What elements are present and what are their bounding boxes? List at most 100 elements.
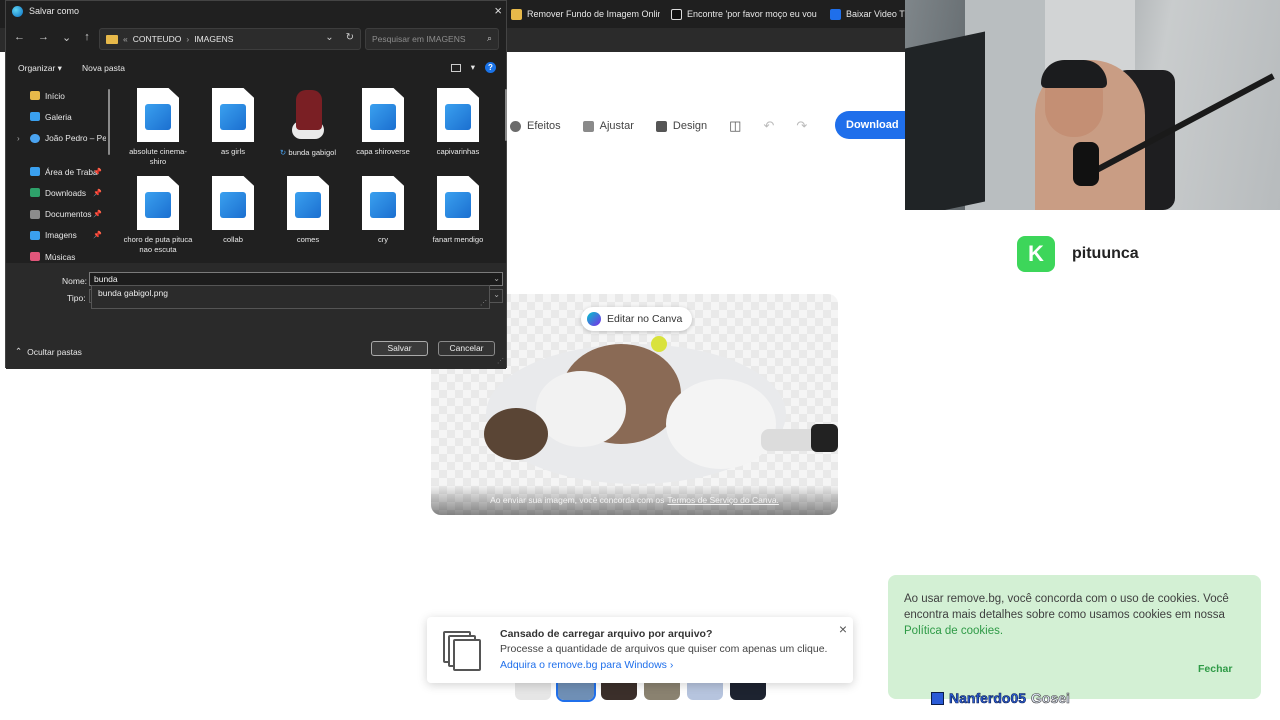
help-icon[interactable]: ?: [485, 62, 496, 73]
design-button[interactable]: Design: [655, 120, 708, 132]
overlay-name-2: Gosei: [1031, 690, 1071, 707]
file-item[interactable]: absolute cinema-shiro: [123, 85, 193, 166]
nav-item-gallery[interactable]: Galeria: [14, 106, 106, 127]
cookie-message: Ao usar remove.bg, você concorda com o u…: [904, 593, 1229, 621]
stream-overlay-name: Nanferdo05 Gosei: [931, 690, 1070, 706]
files-scrollbar[interactable]: [505, 89, 507, 141]
pictures-icon: [30, 230, 40, 240]
file-item[interactable]: ↻ bunda gabigol: [273, 85, 343, 158]
cookie-close-button[interactable]: Fechar: [1198, 663, 1232, 675]
file-name: cry: [377, 235, 389, 244]
terms-note: Ao enviar sua imagem, você concorda com …: [431, 485, 838, 515]
autocomplete-suggestion[interactable]: bunda gabigol.png: [98, 288, 483, 298]
dialog-close-button[interactable]: ×: [494, 3, 502, 18]
search-input[interactable]: Pesquisar em IMAGENS ⌕: [365, 28, 499, 50]
folder-icon: [106, 34, 118, 44]
file-item[interactable]: comes: [273, 173, 343, 245]
forward-arrow-icon[interactable]: →: [38, 31, 49, 44]
chevron-down-icon[interactable]: ▾: [471, 62, 475, 73]
dialog-titlebar[interactable]: Salvar como: [6, 1, 506, 21]
search-icon: ⌕: [486, 33, 492, 43]
adjust-button[interactable]: Ajustar: [582, 120, 634, 132]
nav-item-label: Área de Traba: [45, 166, 98, 177]
removebg-favicon-icon: [511, 8, 522, 20]
banner-close-button[interactable]: ×: [839, 621, 847, 637]
save-button[interactable]: Salvar: [371, 341, 428, 356]
nav-item-downloads[interactable]: Downloads 📌: [14, 182, 106, 203]
gallery-icon: [30, 112, 40, 122]
nav-item-onedrive[interactable]: › João Pedro – Pe: [14, 128, 106, 149]
path-bar[interactable]: « CONTEUDO › IMAGENS ⌄ ↻: [99, 28, 361, 50]
terms-prefix: Ao enviar sua imagem, você concorda com …: [490, 495, 665, 505]
refresh-icon[interactable]: ↻: [346, 32, 354, 43]
file-name: bunda gabigol: [288, 148, 337, 157]
nav-item-pictures[interactable]: Imagens 📌: [14, 225, 106, 246]
compare-icon[interactable]: ◫: [729, 118, 741, 134]
nav-item-label: Músicas: [45, 251, 76, 261]
undo-icon[interactable]: ↶: [763, 118, 774, 134]
edit-in-canva-button[interactable]: Editar no Canva: [581, 307, 693, 331]
download-button[interactable]: Download: [835, 111, 915, 139]
tab-remove-bg[interactable]: Remover Fundo de Imagem Online ×: [505, 2, 660, 26]
nav-item-music[interactable]: Músicas: [14, 246, 106, 261]
onedrive-cloud-icon: [30, 133, 40, 143]
file-type-label: Tipo:: [67, 293, 86, 303]
file-item[interactable]: fanart mendigo: [423, 173, 493, 245]
image-file-icon: [137, 88, 179, 142]
up-arrow-icon[interactable]: ↑: [84, 31, 90, 44]
path-segment-conteudo[interactable]: CONTEUDO: [133, 34, 182, 44]
cookie-policy-link[interactable]: Política de cookies.: [904, 625, 1003, 637]
view-options-icon[interactable]: [450, 63, 461, 72]
image-file-icon: [437, 176, 479, 230]
nav-item-home[interactable]: Início: [14, 85, 106, 106]
nav-item-label: Imagens: [45, 230, 77, 241]
redo-icon[interactable]: ↷: [796, 118, 807, 134]
file-item[interactable]: cry: [348, 173, 418, 245]
file-item[interactable]: capa shiroverse: [348, 85, 418, 157]
nav-buttons: ← → ⌄ ↑: [14, 31, 90, 44]
dialog-title: Salvar como: [29, 6, 80, 16]
resize-grip-icon[interactable]: ⋰: [480, 299, 487, 307]
tiktok-favicon-icon: [671, 8, 682, 20]
chevron-down-icon[interactable]: ⌄: [325, 32, 333, 43]
back-arrow-icon[interactable]: ←: [14, 31, 25, 44]
organize-button[interactable]: Organizar ▾: [18, 63, 62, 74]
file-item[interactable]: capivarinhas: [423, 85, 493, 157]
music-icon: [30, 252, 40, 261]
design-label: Design: [672, 120, 708, 132]
new-folder-button[interactable]: Nova pasta: [82, 63, 125, 73]
recent-locations-icon[interactable]: ⌄: [62, 31, 71, 44]
dialog-resize-grip-icon[interactable]: ⋰: [497, 357, 504, 365]
canva-terms-link[interactable]: Termos de Serviço do Canva.: [667, 495, 779, 505]
file-name: absolute cinema-shiro: [129, 147, 187, 166]
chevron-down-icon[interactable]: ⌄: [493, 273, 500, 285]
image-file-icon: [287, 176, 329, 230]
file-name: capivarinhas: [436, 147, 480, 156]
cancel-button[interactable]: Cancelar: [438, 341, 495, 356]
file-name: capa shiroverse: [356, 147, 410, 156]
tab-download-video[interactable]: Baixar Video TikT: [824, 2, 905, 26]
design-icon: [655, 120, 667, 132]
nav-item-label: João Pedro – Pe: [45, 133, 106, 144]
tab-tiktok-search[interactable]: Encontre 'por favor moço eu vou m ×: [665, 2, 818, 26]
chevron-down-icon[interactable]: ⌄: [493, 290, 500, 299]
file-name-value: bunda: [94, 274, 118, 284]
expand-chevron-icon[interactable]: ›: [17, 134, 20, 143]
nav-item-documents[interactable]: Documentos 📌: [14, 203, 106, 224]
file-item[interactable]: choro de puta pituca nao escuta: [123, 173, 193, 254]
file-name-input[interactable]: bunda ⌄: [89, 272, 503, 286]
path-overflow[interactable]: «: [123, 34, 128, 44]
path-segment-imagens[interactable]: IMAGENS: [194, 34, 233, 44]
file-item[interactable]: as girls: [198, 85, 268, 157]
chevron-right-icon: ›: [669, 659, 674, 671]
streamer-brand: K pituunca: [1017, 236, 1139, 272]
edit-in-canva-label: Editar no Canva: [607, 313, 683, 325]
file-item[interactable]: collab: [198, 173, 268, 245]
hide-folders-toggle[interactable]: ⌃ Ocultar pastas: [15, 346, 82, 357]
windows-app-link-label: Adquira o remove.bg para Windows: [500, 659, 667, 671]
nav-scrollbar[interactable]: [108, 89, 110, 155]
file-name-label: Nome:: [62, 276, 88, 286]
nav-item-desktop[interactable]: Área de Traba 📌: [14, 161, 106, 182]
effects-button[interactable]: Efeitos: [510, 120, 561, 132]
windows-app-link[interactable]: Adquira o remove.bg para Windows ›: [500, 659, 673, 671]
